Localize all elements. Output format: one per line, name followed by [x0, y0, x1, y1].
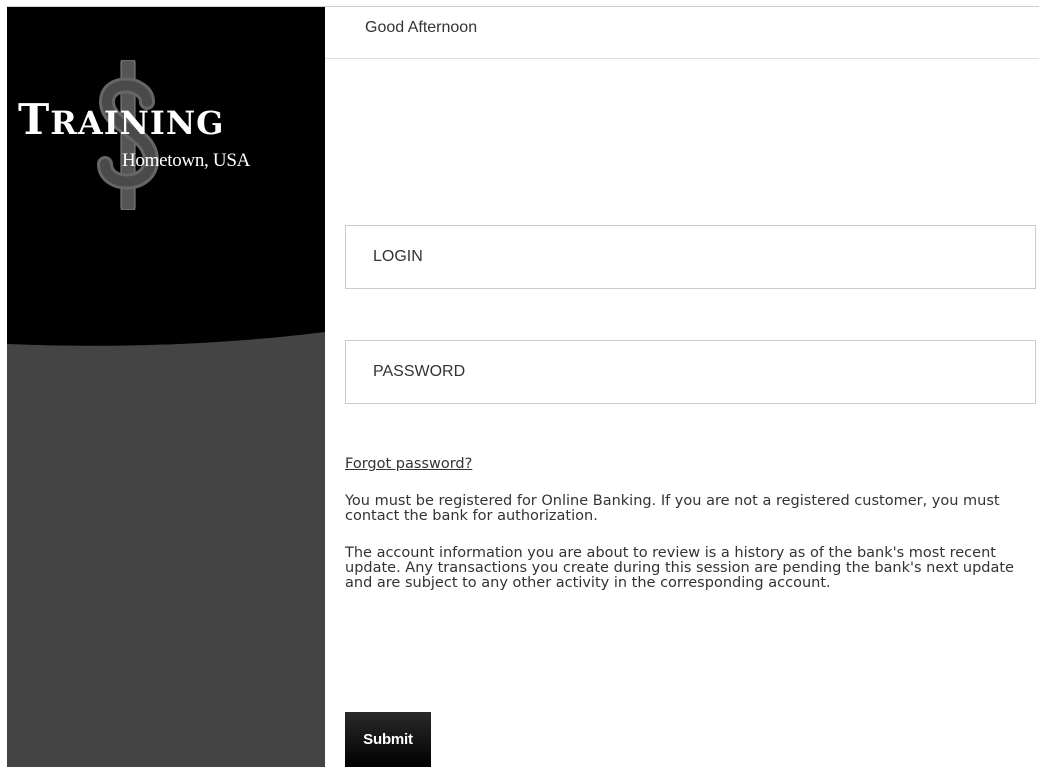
submit-button[interactable]: Submit — [345, 712, 431, 767]
account-info-notice: The account information you are about to… — [345, 545, 1014, 591]
brand-logo: TRAINING Hometown, USA — [7, 7, 325, 347]
login-page: TRAINING Hometown, USA Good Afternoon Fo… — [0, 0, 1039, 767]
header-divider — [325, 58, 1039, 59]
greeting-text: Good Afternoon — [365, 19, 478, 36]
login-input[interactable] — [345, 225, 1036, 289]
brand-name: TRAINING — [18, 99, 224, 144]
registration-notice: You must be registered for Online Bankin… — [345, 493, 1000, 524]
brand-name-rest: RAINING — [50, 104, 225, 142]
forgot-password-link[interactable]: Forgot password? — [345, 456, 472, 472]
brand-panel: TRAINING Hometown, USA — [7, 7, 325, 767]
password-input[interactable] — [345, 340, 1036, 404]
brand-subtitle: Hometown, USA — [122, 150, 251, 171]
brand-name-first: T — [18, 95, 51, 144]
